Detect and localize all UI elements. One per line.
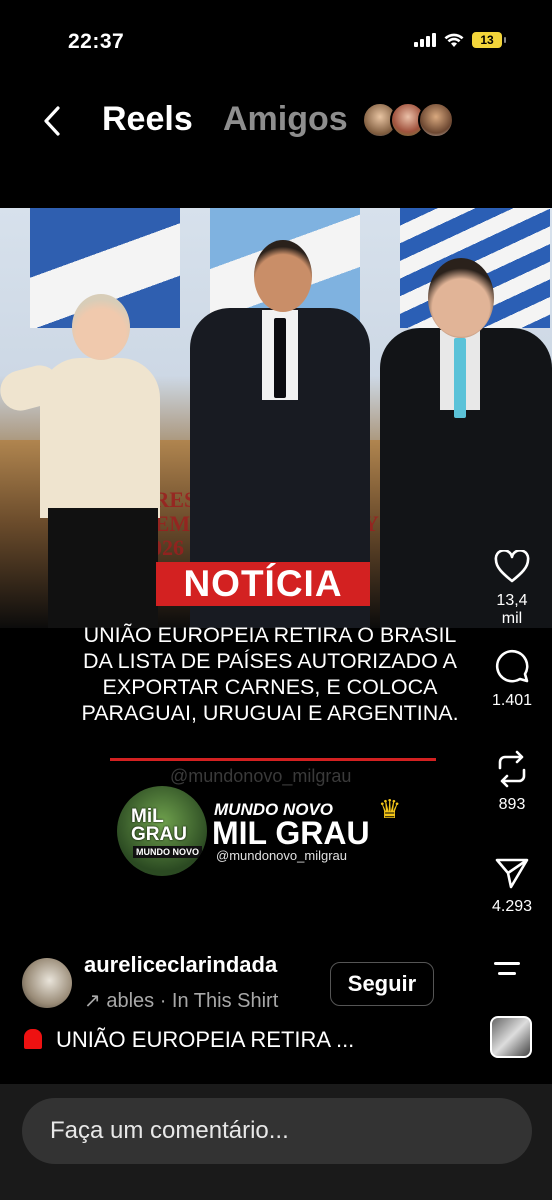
send-paper-plane-icon[interactable] — [494, 856, 530, 890]
logo-mark-sub: MUNDO NOVO — [133, 846, 202, 858]
comment-count: 1.401 — [491, 692, 533, 709]
siren-icon — [24, 1029, 42, 1049]
like-action[interactable]: 13,4 mil — [488, 550, 536, 628]
tab-reels[interactable]: Reels — [102, 100, 193, 139]
caption-text: UNIÃO EUROPEIA RETIRA ... — [56, 1027, 355, 1052]
repost-icon[interactable] — [494, 750, 530, 788]
repost-action[interactable]: 893 — [488, 750, 536, 814]
news-headline: UNIÃO EUROPEIA RETIRA O BRASIL DA LISTA … — [81, 623, 459, 725]
crown-icon: ♛ — [378, 794, 402, 824]
brand-handle: @mundonovo_milgrau — [216, 848, 347, 863]
status-icons: 13 — [414, 32, 506, 48]
news-badge: NOTÍCIA — [156, 562, 370, 606]
cellular-signal-icon — [414, 33, 436, 47]
avatar — [418, 102, 454, 138]
brand-logo: MiL GRAU MUNDO NOVO — [117, 786, 207, 876]
more-options-icon[interactable] — [494, 962, 524, 982]
logo-mark-line2: GRAU — [131, 824, 187, 845]
audio-thumbnail[interactable] — [490, 1016, 532, 1058]
wifi-icon — [444, 33, 464, 47]
watermark: @mundonovo_milgrau — [170, 766, 352, 786]
audio-track[interactable]: ↗ ables · In This Shirt — [84, 988, 278, 1013]
share-count: 4.293 — [491, 898, 533, 915]
tab-amigos[interactable]: Amigos — [223, 100, 348, 139]
heart-icon[interactable] — [494, 550, 530, 584]
author-avatar[interactable] — [22, 958, 72, 1008]
brand-title-line2: MIL GRAU — [212, 815, 370, 851]
friends-avatars[interactable] — [362, 102, 454, 138]
comment-bubble-icon[interactable] — [494, 648, 530, 684]
comment-action[interactable]: 1.401 — [488, 648, 536, 710]
repost-count: 893 — [498, 796, 526, 813]
audio-track-label: ables · In This Shirt — [106, 990, 279, 1012]
post-caption[interactable]: UNIÃO EUROPEIA RETIRA ... — [24, 1027, 354, 1053]
like-count: 13,4 mil — [496, 592, 528, 627]
status-time: 22:37 — [68, 30, 125, 53]
back-chevron-icon[interactable] — [38, 104, 66, 138]
comment-input[interactable]: Faça um comentário... — [22, 1098, 532, 1164]
audio-arrow-icon: ↗ — [84, 990, 101, 1012]
divider-line — [110, 758, 436, 761]
share-action[interactable]: 4.293 — [488, 856, 536, 916]
battery-icon: 13 — [472, 32, 506, 48]
author-username[interactable]: aureliceclarindada — [84, 952, 277, 978]
follow-button[interactable]: Seguir — [330, 962, 434, 1006]
